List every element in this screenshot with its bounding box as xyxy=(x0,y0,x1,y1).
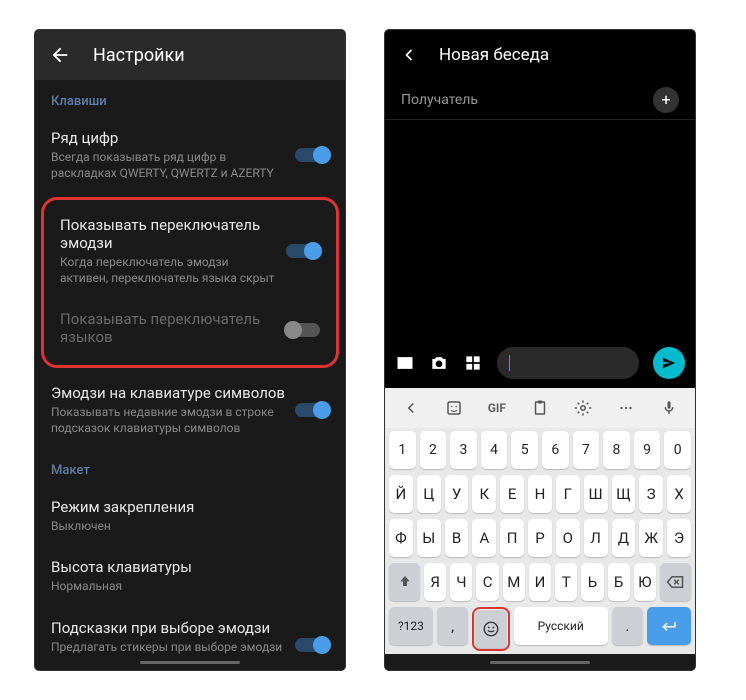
message-input-bar xyxy=(385,338,695,388)
sticker-icon[interactable] xyxy=(434,399,473,417)
add-recipient-button[interactable]: + xyxy=(653,87,679,113)
setting-pin-mode[interactable]: Режим закрепления Выключен xyxy=(35,486,345,547)
highlighted-group: Показывать переключатель эмодзи Когда пе… xyxy=(41,197,339,368)
send-button[interactable] xyxy=(653,347,685,379)
mic-icon[interactable] xyxy=(650,399,689,417)
key-3[interactable]: 3 xyxy=(450,431,477,469)
backspace-key[interactable] xyxy=(660,563,691,601)
key-Г[interactable]: Г xyxy=(556,475,580,513)
chat-header: Новая беседа xyxy=(385,30,695,80)
toggle-emoji-symbols[interactable] xyxy=(295,403,329,417)
comma-key[interactable]: , xyxy=(437,607,468,645)
space-key[interactable]: Русский xyxy=(514,607,608,645)
key-5[interactable]: 5 xyxy=(511,431,538,469)
section-keys: Клавиши xyxy=(35,80,345,117)
key-Е[interactable]: Е xyxy=(500,475,524,513)
key-2[interactable]: 2 xyxy=(420,431,447,469)
key-Ф[interactable]: Ф xyxy=(389,519,413,557)
gallery-icon[interactable] xyxy=(395,353,415,373)
key-Ч[interactable]: Ч xyxy=(450,563,472,601)
emoji-key[interactable] xyxy=(475,610,506,648)
setting-digits[interactable]: Ряд цифр Всегда показывать ряд цифр в ра… xyxy=(35,117,345,193)
back-icon[interactable] xyxy=(399,45,419,65)
kb-row-bottom: ?123 , Русский . xyxy=(385,604,695,654)
settings-title: Настройки xyxy=(93,45,185,66)
keyboard-toolbar: GIF xyxy=(385,388,695,428)
setting-emoji-symbols[interactable]: Эмодзи на клавиатуре символов Показывать… xyxy=(35,372,345,448)
keyboard: GIF 1234567890 ЙЦУКЕНГШЩЗХ ФЫВАПРОЛДЖЭ Я… xyxy=(385,388,695,654)
key-О[interactable]: О xyxy=(556,519,580,557)
key-Т[interactable]: Т xyxy=(555,563,577,601)
toggle-digits[interactable] xyxy=(295,148,329,162)
apps-icon[interactable] xyxy=(463,353,483,373)
kb-row-3: ФЫВАПРОЛДЖЭ xyxy=(385,516,695,560)
key-Ш[interactable]: Ш xyxy=(584,475,608,513)
more-icon[interactable] xyxy=(607,399,646,417)
key-А[interactable]: А xyxy=(472,519,496,557)
settings-content: Клавиши Ряд цифр Всегда показывать ряд ц… xyxy=(35,80,345,654)
key-Щ[interactable]: Щ xyxy=(612,475,636,513)
key-Ж[interactable]: Ж xyxy=(639,519,663,557)
key-Э[interactable]: Э xyxy=(667,519,691,557)
settings-screen: Настройки Клавиши Ряд цифр Всегда показы… xyxy=(35,30,345,670)
key-У[interactable]: У xyxy=(445,475,469,513)
key-Л[interactable]: Л xyxy=(584,519,608,557)
setting-height[interactable]: Высота клавиатуры Нормальная xyxy=(35,546,345,607)
key-4[interactable]: 4 xyxy=(481,431,508,469)
emoji-key-highlight xyxy=(472,607,509,651)
key-В[interactable]: В xyxy=(445,519,469,557)
key-С[interactable]: С xyxy=(476,563,498,601)
period-key[interactable]: . xyxy=(612,607,643,645)
back-icon[interactable] xyxy=(49,44,71,66)
chat-title: Новая беседа xyxy=(439,45,549,65)
key-7[interactable]: 7 xyxy=(573,431,600,469)
key-6[interactable]: 6 xyxy=(542,431,569,469)
key-К[interactable]: К xyxy=(472,475,496,513)
key-Н[interactable]: Н xyxy=(528,475,552,513)
toggle-lang-switch xyxy=(286,323,320,337)
key-П[interactable]: П xyxy=(500,519,524,557)
collapse-icon[interactable] xyxy=(391,399,430,417)
key-З[interactable]: З xyxy=(639,475,663,513)
symbols-key[interactable]: ?123 xyxy=(389,607,433,645)
key-Д[interactable]: Д xyxy=(612,519,636,557)
kb-row-numbers: 1234567890 xyxy=(385,428,695,472)
key-Р[interactable]: Р xyxy=(528,519,552,557)
key-Ы[interactable]: Ы xyxy=(417,519,441,557)
chat-screen: Новая беседа Получатель + GIF 1234567890… xyxy=(385,30,695,670)
key-М[interactable]: М xyxy=(503,563,525,601)
camera-icon[interactable] xyxy=(429,353,449,373)
key-Й[interactable]: Й xyxy=(389,475,413,513)
settings-header: Настройки xyxy=(35,30,345,80)
key-Б[interactable]: Б xyxy=(608,563,630,601)
enter-key[interactable] xyxy=(647,607,691,645)
clipboard-icon[interactable] xyxy=(520,399,559,417)
setting-emoji-switch[interactable]: Показывать переключатель эмодзи Когда пе… xyxy=(44,204,336,298)
toggle-emoji-switch[interactable] xyxy=(286,244,320,258)
kb-row-4: ЯЧСМИТЬБЮ xyxy=(385,560,695,604)
key-Ю[interactable]: Ю xyxy=(634,563,656,601)
key-9[interactable]: 9 xyxy=(634,431,661,469)
section-layout: Макет xyxy=(35,449,345,486)
toggle-emoji-hints[interactable] xyxy=(295,638,329,652)
shift-key[interactable] xyxy=(389,563,420,601)
settings-icon[interactable] xyxy=(564,399,603,417)
key-И[interactable]: И xyxy=(529,563,551,601)
message-input[interactable] xyxy=(497,347,639,379)
setting-emoji-hints[interactable]: Подсказки при выборе эмодзи Предлагать с… xyxy=(35,607,345,654)
key-Я[interactable]: Я xyxy=(424,563,446,601)
recipient-field[interactable]: Получатель + xyxy=(385,80,695,120)
key-Ц[interactable]: Ц xyxy=(417,475,441,513)
nav-bar xyxy=(35,654,345,670)
key-8[interactable]: 8 xyxy=(603,431,630,469)
gif-button[interactable]: GIF xyxy=(477,401,516,415)
setting-lang-switch: Показывать переключатель языков xyxy=(44,298,336,361)
kb-row-2: ЙЦУКЕНГШЩЗХ xyxy=(385,472,695,516)
key-Ь[interactable]: Ь xyxy=(581,563,603,601)
key-1[interactable]: 1 xyxy=(389,431,416,469)
nav-bar xyxy=(385,654,695,670)
key-Х[interactable]: Х xyxy=(667,475,691,513)
chat-body xyxy=(385,120,695,338)
key-0[interactable]: 0 xyxy=(664,431,691,469)
